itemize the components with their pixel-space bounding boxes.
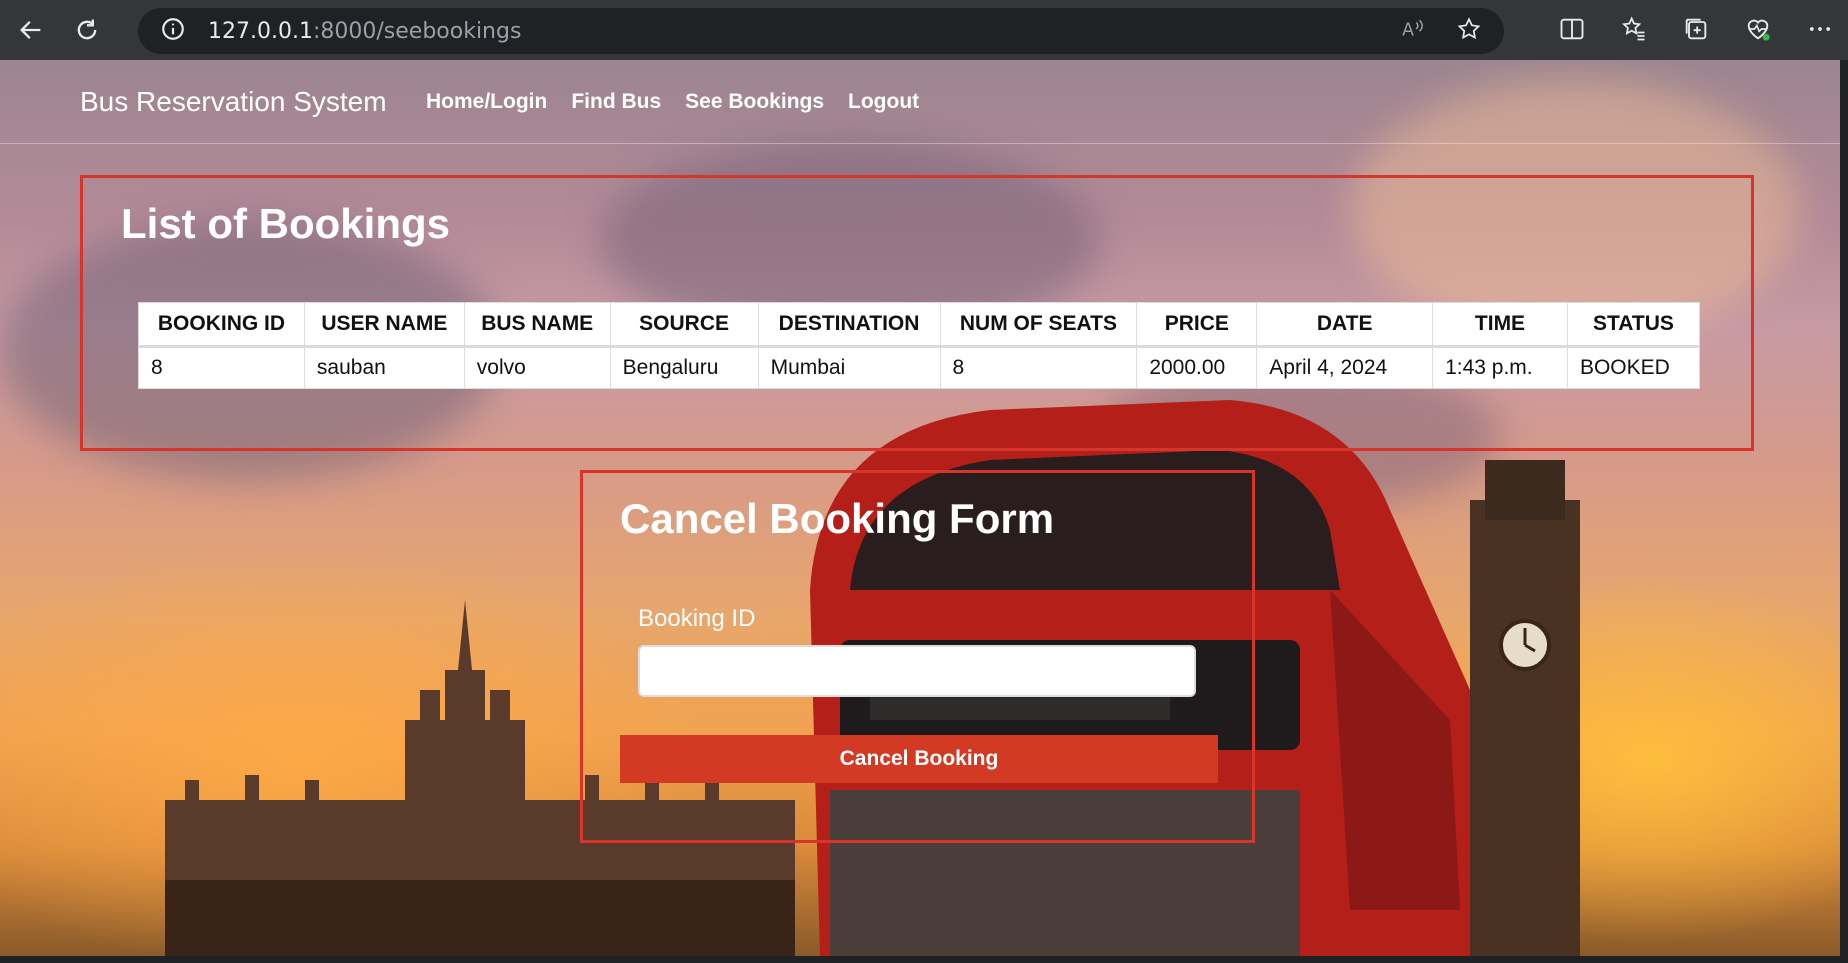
back-icon[interactable]: [8, 7, 54, 53]
url-path: :8000/seebookings: [312, 18, 522, 44]
bookings-title: List of Bookings: [121, 200, 450, 247]
cell-status: BOOKED: [1566, 346, 1701, 389]
favorite-star-icon[interactable]: [1456, 16, 1482, 47]
url-host: 127.0.0.1: [208, 18, 313, 44]
cancel-form-title: Cancel Booking Form: [620, 495, 1055, 542]
column-header-time: TIME: [1432, 302, 1568, 348]
refresh-icon[interactable]: [64, 7, 110, 53]
url-text[interactable]: 127.0.0.1:8000/seebookings: [208, 19, 521, 44]
svg-text:A: A: [1402, 20, 1414, 40]
table-header-row: BOOKING ID USER NAME BUS NAME SOURCE DES…: [138, 302, 1701, 348]
column-header-user-name: USER NAME: [303, 302, 465, 348]
column-header-price: PRICE: [1136, 302, 1258, 348]
cell-date: April 4, 2024: [1256, 346, 1434, 389]
bookings-table: BOOKING ID USER NAME BUS NAME SOURCE DES…: [138, 302, 1701, 389]
cell-bus-name: volvo: [463, 346, 611, 389]
column-header-num-of-seats: NUM OF SEATS: [939, 302, 1138, 348]
column-header-destination: DESTINATION: [757, 302, 941, 348]
cell-destination: Mumbai: [757, 346, 941, 389]
table-row: 8 sauban volvo Bengaluru Mumbai 8 2000.0…: [138, 346, 1701, 389]
cell-booking-id: 8: [138, 346, 305, 389]
cancel-booking-form: Cancel Booking Form Booking ID Cancel Bo…: [580, 470, 1255, 843]
column-header-status: STATUS: [1566, 302, 1701, 348]
nav-links: Home/Login Find Bus See Bookings Logout: [426, 90, 919, 114]
nav-link-see-bookings[interactable]: See Bookings: [685, 90, 824, 114]
clock-tower-image: [1470, 460, 1580, 956]
nav-link-home-login[interactable]: Home/Login: [426, 90, 547, 114]
cell-source: Bengaluru: [609, 346, 759, 389]
browser-toolbar: 127.0.0.1:8000/seebookings A: [0, 0, 1848, 60]
nav-link-logout[interactable]: Logout: [848, 90, 919, 114]
split-screen-icon[interactable]: [1558, 15, 1586, 48]
page-viewport: Bus Reservation System Home/Login Find B…: [0, 60, 1840, 956]
info-icon[interactable]: [160, 16, 186, 47]
favorites-icon[interactable]: [1620, 15, 1648, 48]
address-bar[interactable]: 127.0.0.1:8000/seebookings A: [138, 8, 1504, 54]
cell-time: 1:43 p.m.: [1432, 346, 1568, 389]
read-aloud-icon[interactable]: A: [1400, 16, 1426, 47]
cell-user-name: sauban: [303, 346, 465, 389]
cancel-booking-button[interactable]: Cancel Booking: [620, 735, 1218, 783]
booking-id-label: Booking ID: [638, 605, 756, 632]
more-menu-icon[interactable]: [1806, 15, 1834, 48]
brand-title[interactable]: Bus Reservation System: [80, 86, 387, 118]
column-header-date: DATE: [1256, 302, 1434, 348]
cell-price: 2000.00: [1136, 346, 1258, 389]
collections-icon[interactable]: [1682, 15, 1710, 48]
bookings-card: List of Bookings BOOKING ID USER NAME BU…: [80, 175, 1754, 451]
navbar: Bus Reservation System Home/Login Find B…: [0, 60, 1840, 144]
nav-link-find-bus[interactable]: Find Bus: [571, 90, 661, 114]
column-header-bus-name: BUS NAME: [463, 302, 611, 348]
column-header-source: SOURCE: [609, 302, 759, 348]
booking-id-input[interactable]: [638, 645, 1196, 697]
cell-num-of-seats: 8: [939, 346, 1138, 389]
health-icon[interactable]: [1744, 15, 1772, 48]
column-header-booking-id: BOOKING ID: [138, 302, 305, 348]
